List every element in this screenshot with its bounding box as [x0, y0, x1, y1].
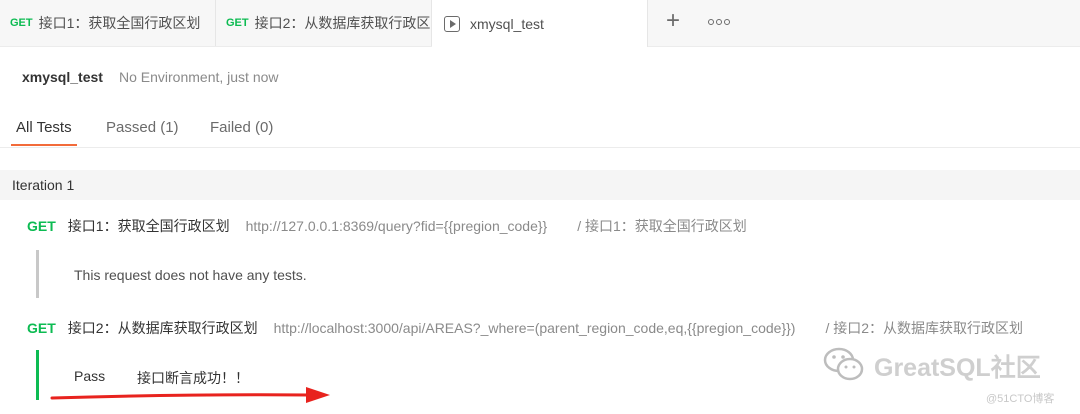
request-name: 接口2：从数据库获取行政区划: [67, 320, 258, 336]
request-tab-2[interactable]: GET 接口2：从数据库获取行政区: [226, 0, 432, 46]
active-tab-indicator: [11, 144, 77, 146]
tab-method-get: GET: [10, 17, 33, 29]
tab-passed[interactable]: Passed (1): [106, 119, 179, 136]
test-result-status: Pass: [74, 368, 106, 384]
request-method: GET: [27, 320, 56, 336]
run-meta: No Environment, just now: [119, 69, 279, 85]
runner-tab-active[interactable]: xmysql_test: [432, 0, 648, 47]
test-result-bar-neutral: [36, 250, 39, 298]
divider: [0, 147, 1080, 148]
request-row-2[interactable]: GET 接口2：从数据库获取行政区划 http://localhost:3000…: [27, 318, 1023, 338]
tab-failed[interactable]: Failed (0): [210, 119, 273, 136]
new-tab-plus-icon[interactable]: +: [662, 9, 684, 33]
more-options-icon[interactable]: [708, 14, 730, 30]
request-name: 接口1：获取全国行政区划: [67, 218, 230, 234]
request-row-1[interactable]: GET 接口1：获取全国行政区划 http://127.0.0.1:8369/q…: [27, 216, 747, 236]
iteration-label: Iteration 1: [12, 177, 75, 193]
request-method: GET: [27, 218, 56, 234]
request-path: / 接口2：从数据库获取行政区划: [825, 320, 1024, 336]
iteration-header: [0, 170, 1080, 200]
tab-label: 接口1：获取全国行政区划: [38, 15, 201, 31]
runner-play-icon: [444, 15, 460, 32]
run-title: xmysql_test: [22, 69, 103, 85]
request-path: / 接口1：获取全国行政区划: [577, 218, 747, 234]
watermark-text: GreatSQL社区: [874, 354, 1041, 382]
wechat-logo-icon: [823, 347, 864, 381]
tab-label: 接口2：从数据库获取行政区: [254, 15, 431, 31]
tab-method-get: GET: [226, 17, 249, 29]
tab-all-tests[interactable]: All Tests: [16, 119, 72, 136]
tab-label: xmysql_test: [470, 15, 544, 32]
no-tests-message: This request does not have any tests.: [74, 267, 307, 283]
tab-bar: GET 接口1：获取全国行政区划 GET 接口2：从数据库获取行政区 xmysq…: [0, 0, 1080, 47]
watermark-source: @51CTO博客: [986, 393, 1055, 405]
request-url: http://127.0.0.1:8369/query?fid={{pregio…: [245, 218, 548, 234]
request-url: http://localhost:3000/api/AREAS?_where=(…: [273, 320, 796, 336]
request-tab-1[interactable]: GET 接口1：获取全国行政区划: [10, 0, 216, 46]
test-result-bar-pass: [36, 350, 39, 400]
annotation-arrow-icon: [50, 387, 330, 403]
